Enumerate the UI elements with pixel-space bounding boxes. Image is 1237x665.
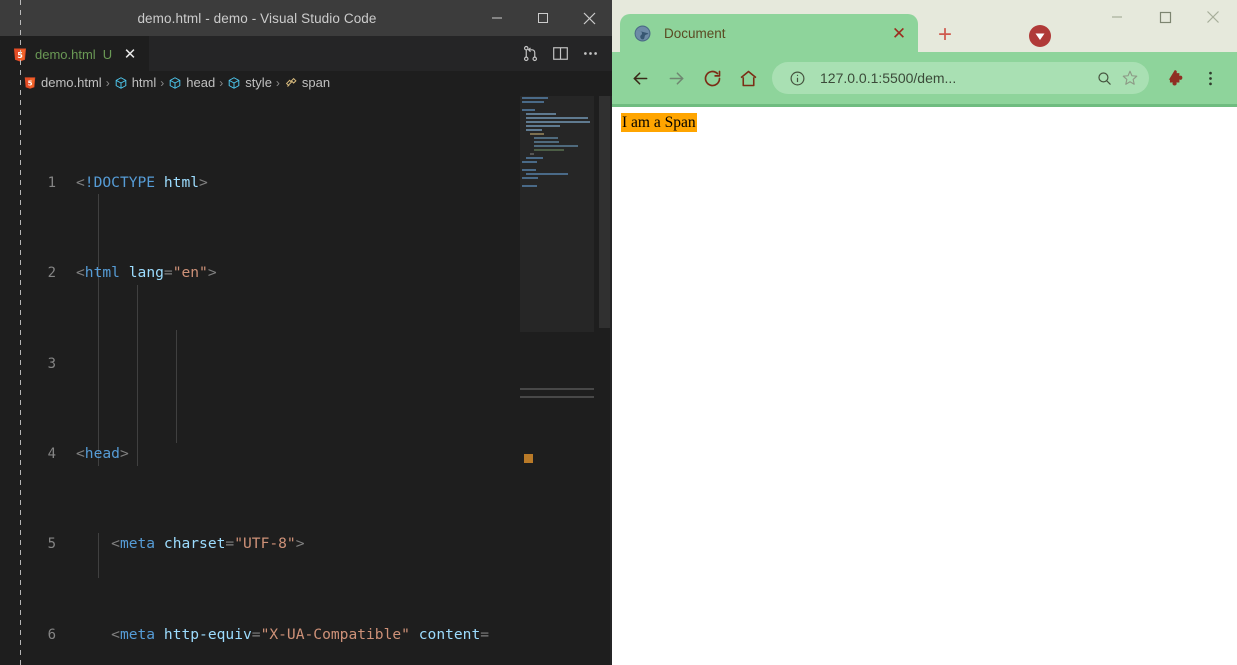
browser-minimize-button[interactable]: [1093, 0, 1141, 34]
breadcrumb-item-style[interactable]: style: [227, 75, 272, 90]
breadcrumb-separator: ›: [105, 75, 110, 90]
breadcrumb: 5 demo.html › html › head › style › span: [0, 71, 612, 94]
breadcrumb-label-html: html: [131, 75, 157, 90]
extensions-puzzle-icon[interactable]: [1159, 61, 1193, 95]
code-line: 6 <meta http-equiv="X-UA-Compatible" con…: [0, 624, 490, 647]
vscode-minimize-button[interactable]: [474, 0, 520, 36]
line-number: 2: [47, 265, 56, 282]
code-line: 1 <!DOCTYPE html>: [0, 172, 489, 195]
browser-window: Document ✕ + 127.0.0.1:5500/dem... I am …: [612, 0, 1237, 665]
symbol-field-icon: [227, 76, 241, 90]
profile-avatar-icon[interactable]: [1028, 24, 1052, 53]
vscode-window-controls: [474, 0, 612, 36]
breadcrumb-item-file[interactable]: 5 demo.html: [23, 75, 102, 90]
address-bar[interactable]: 127.0.0.1:5500/dem...: [772, 62, 1149, 94]
browser-tabstrip: Document ✕ +: [612, 0, 1237, 52]
editor-tab-label: demo.html: [35, 47, 96, 62]
more-actions-icon[interactable]: [576, 39, 604, 69]
html5-file-icon: 5: [23, 76, 37, 90]
breadcrumb-separator: ›: [160, 75, 165, 90]
breadcrumb-label-style: style: [245, 75, 272, 90]
browser-toolbar: 127.0.0.1:5500/dem...: [612, 52, 1237, 104]
open-changes-icon[interactable]: [516, 39, 544, 69]
editor-tab-demo-html[interactable]: 5 demo.html U ✕: [0, 36, 150, 72]
home-icon[interactable]: [730, 60, 766, 96]
symbol-field-icon: [114, 76, 128, 90]
editor-minimap[interactable]: [520, 96, 594, 665]
line-number: 1: [47, 174, 56, 191]
code-line: 4 <head>: [0, 443, 489, 466]
line-number: 6: [47, 626, 56, 643]
forward-arrow-icon: [658, 60, 694, 96]
address-bar-url[interactable]: 127.0.0.1:5500/dem...: [820, 70, 1091, 86]
breadcrumb-item-head[interactable]: head: [168, 75, 215, 90]
editor-tab-close-icon[interactable]: ✕: [122, 47, 138, 62]
code-line: 3: [0, 353, 489, 376]
browser-tab-title: Document: [664, 25, 726, 41]
line-number: 5: [47, 536, 56, 553]
screen-root: demo.html - demo - Visual Studio Code de…: [0, 0, 1237, 665]
site-info-icon[interactable]: [784, 65, 810, 91]
code-lines[interactable]: 1 <!DOCTYPE html> 2 <html lang="en"> 3 4 <h…: [0, 104, 490, 665]
browser-window-controls: [1093, 0, 1237, 34]
symbol-key-icon: [284, 76, 298, 90]
vscode-close-button[interactable]: [566, 0, 612, 36]
vscode-tabbar: 5 demo.html U ✕: [0, 36, 612, 72]
symbol-field-icon: [168, 76, 182, 90]
breadcrumb-item-span[interactable]: span: [284, 75, 330, 90]
breadcrumb-separator: ›: [275, 75, 280, 90]
line-number: 3: [47, 355, 56, 372]
minimap-decoration: [520, 396, 594, 398]
minimap-color-swatch-marker: [524, 454, 533, 463]
code-line: 2 <html lang="en">: [0, 262, 489, 285]
search-magnifier-icon[interactable]: [1091, 65, 1117, 91]
split-editor-right-icon[interactable]: [546, 39, 574, 69]
vscode-maximize-button[interactable]: [520, 0, 566, 36]
browser-tab-document[interactable]: Document ✕: [620, 14, 918, 52]
vscode-window-title: demo.html - demo - Visual Studio Code: [137, 10, 377, 26]
code-line: 5 <meta charset="UTF-8">: [0, 533, 489, 556]
svg-text:5: 5: [28, 79, 33, 87]
vscode-window: demo.html - demo - Visual Studio Code de…: [0, 0, 612, 665]
star-icon[interactable]: [1117, 65, 1143, 91]
globe-icon: [634, 25, 651, 42]
back-arrow-icon[interactable]: [622, 60, 658, 96]
window-edge-marker: [20, 0, 21, 665]
code-editor[interactable]: 1 <!DOCTYPE html> 2 <html lang="en"> 3 4 <h…: [0, 96, 612, 665]
browser-tab-close-icon[interactable]: ✕: [888, 22, 910, 44]
three-dot-menu-icon[interactable]: [1193, 61, 1227, 95]
line-number: 4: [47, 445, 56, 462]
minimap-decoration: [520, 388, 594, 390]
rendered-span-element: I am a Span: [621, 113, 697, 133]
breadcrumb-label-file: demo.html: [41, 75, 102, 90]
breadcrumb-label-span: span: [301, 75, 331, 90]
browser-maximize-button[interactable]: [1141, 0, 1189, 34]
breadcrumb-separator: ›: [219, 75, 224, 90]
new-tab-button[interactable]: +: [932, 22, 958, 48]
viewport-top-border: [612, 104, 1237, 107]
reload-icon[interactable]: [694, 60, 730, 96]
vscode-titlebar: demo.html - demo - Visual Studio Code: [0, 0, 612, 36]
page-viewport[interactable]: I am a Span: [612, 104, 1237, 665]
editor-toolbar-actions: [516, 36, 612, 71]
browser-close-button[interactable]: [1189, 0, 1237, 34]
breadcrumb-label-head: head: [186, 75, 216, 90]
breadcrumb-item-html[interactable]: html: [114, 75, 157, 90]
editor-tab-git-status-badge: U: [102, 47, 113, 62]
